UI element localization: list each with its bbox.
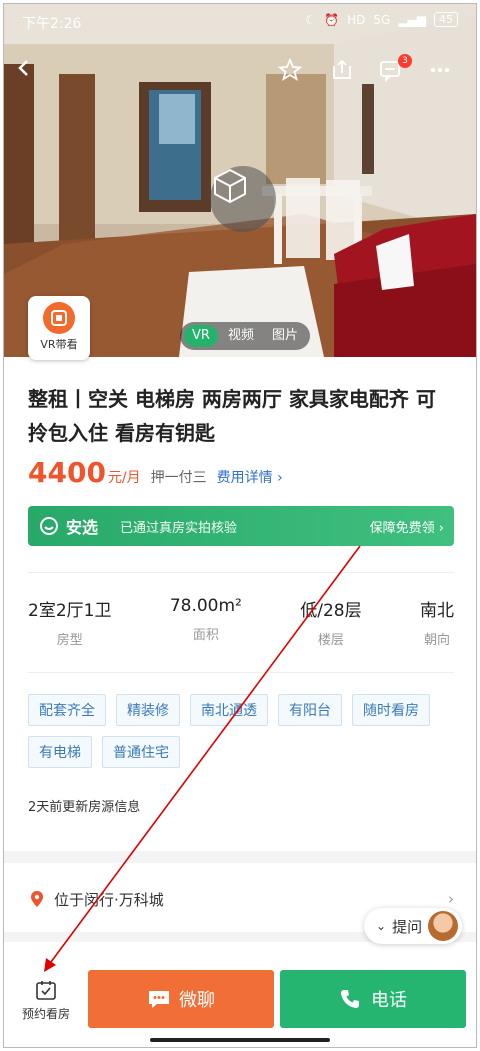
payment-terms: 押一付三 bbox=[150, 470, 207, 486]
price-row: 4400 元/月 押一付三 费用详情 › bbox=[28, 456, 283, 489]
battery-icon: 45 bbox=[434, 12, 458, 27]
specs-row: 2室2厅1卫 房型 78.00m² 面积 低/28层 楼层 南北 朝向 bbox=[28, 596, 454, 648]
price-unit: 元/月 bbox=[107, 470, 141, 486]
location-row[interactable]: 位于闵行·万科城 › bbox=[28, 888, 454, 910]
secure-brand: 安选 bbox=[66, 518, 99, 537]
location-pin-icon bbox=[31, 891, 43, 907]
spec-label: 面积 bbox=[192, 628, 219, 643]
feature-tag: 普通住宅 bbox=[102, 736, 180, 768]
tab-photos[interactable]: 图片 bbox=[264, 325, 306, 347]
star-icon bbox=[278, 58, 302, 81]
vr-guide-button[interactable]: VR带看 bbox=[28, 296, 90, 360]
spec-value: 78.00m² bbox=[169, 596, 242, 616]
section-gap bbox=[4, 851, 476, 863]
agent-avatar bbox=[428, 911, 459, 941]
more-dots-icon bbox=[430, 67, 450, 73]
chat-bubble-icon bbox=[149, 991, 169, 1008]
vr-guide-label: VR带看 bbox=[40, 338, 78, 351]
spec-label: 房型 bbox=[56, 633, 83, 648]
location-text: 位于闵行·万科城 bbox=[54, 890, 164, 909]
feature-tag: 南北通透 bbox=[190, 694, 268, 726]
tab-video[interactable]: 视频 bbox=[220, 325, 262, 347]
more-button[interactable] bbox=[428, 58, 458, 88]
secure-verified-text: 已通过真房实拍核验 bbox=[120, 520, 238, 536]
chat-label: 微聊 bbox=[179, 990, 215, 1011]
call-button[interactable]: 电话 bbox=[280, 970, 466, 1028]
feature-tag: 配套齐全 bbox=[28, 694, 106, 726]
spec-orientation: 南北 朝向 bbox=[420, 596, 454, 648]
alarm-icon: ⏰ bbox=[324, 12, 340, 27]
spec-area: 78.00m² 面积 bbox=[170, 596, 242, 648]
chevron-right-icon: › bbox=[448, 890, 454, 908]
favorite-button[interactable] bbox=[278, 58, 308, 88]
spec-layout: 2室2厅1卫 房型 bbox=[28, 596, 111, 648]
back-button[interactable] bbox=[14, 58, 44, 88]
divider bbox=[28, 672, 454, 673]
app-screen: 3 VR 视频 图片 下午2:26 ☾ ⏰ HD 5G ▂▄▆ 45 VR带看 … bbox=[3, 3, 477, 1048]
dnd-icon: ☾ bbox=[305, 12, 317, 27]
feature-tags: 配套齐全 精装修 南北通透 有阳台 随时看房 有电梯 普通住宅 bbox=[28, 694, 454, 768]
guarantee-link[interactable]: 保障免费领 › bbox=[370, 517, 444, 536]
divider bbox=[28, 572, 454, 573]
hd-label: HD bbox=[347, 12, 366, 27]
updated-text: 2天前更新房源信息 bbox=[28, 800, 141, 815]
status-time: 下午2:26 bbox=[22, 16, 82, 32]
vr-tour-button[interactable] bbox=[210, 166, 276, 232]
spec-label: 朝向 bbox=[423, 633, 450, 648]
back-arrow-icon bbox=[18, 60, 28, 76]
price-value: 4400 bbox=[28, 456, 106, 489]
book-viewing-label: 预约看房 bbox=[21, 1007, 70, 1021]
bottom-action-bar: 预约看房 微聊 电话 bbox=[4, 962, 476, 1047]
spec-value: 低/28层 bbox=[300, 601, 362, 621]
fee-details-link[interactable]: 费用详情 › bbox=[217, 467, 283, 487]
secure-smile-icon bbox=[40, 517, 58, 535]
spec-value: 南北 bbox=[419, 601, 454, 621]
call-label: 电话 bbox=[371, 990, 407, 1011]
ask-label: 提问 bbox=[392, 917, 423, 936]
book-viewing-button[interactable]: 预约看房 bbox=[16, 978, 76, 1022]
media-tabs: VR 视频 图片 bbox=[180, 322, 310, 350]
chat-button[interactable]: 微聊 bbox=[88, 970, 274, 1028]
listing-title: 整租丨空关 电梯房 两房两厅 家具家电配齐 可拎包入住 看房有钥匙 bbox=[28, 387, 436, 445]
secure-banner[interactable]: 安选 已通过真房实拍核验 保障免费领 › bbox=[28, 506, 454, 546]
chevron-down-icon: ⌄ bbox=[376, 919, 387, 933]
feature-tag: 有阳台 bbox=[278, 694, 342, 726]
calendar-check-icon bbox=[36, 981, 56, 1000]
message-count-badge: 3 bbox=[398, 54, 412, 68]
ask-question-button[interactable]: ⌄ 提问 bbox=[364, 908, 463, 944]
tab-vr[interactable]: VR bbox=[184, 325, 218, 347]
vr-cube-icon bbox=[214, 168, 246, 204]
feature-tag: 有电梯 bbox=[28, 736, 92, 768]
share-button[interactable] bbox=[330, 58, 360, 88]
signal-icon: ▂▄▆ bbox=[398, 12, 426, 27]
messages-button[interactable]: 3 bbox=[378, 54, 412, 88]
phone-icon bbox=[341, 990, 359, 1008]
spec-label: 楼层 bbox=[317, 633, 344, 648]
spec-value: 2室2厅1卫 bbox=[28, 601, 112, 621]
status-bar: 下午2:26 ☾ ⏰ HD 5G ▂▄▆ 45 bbox=[4, 4, 476, 38]
spec-floor: 低/28层 楼层 bbox=[300, 596, 361, 648]
feature-tag: 随时看房 bbox=[352, 694, 430, 726]
home-indicator bbox=[150, 1038, 330, 1042]
share-icon bbox=[333, 59, 351, 79]
feature-tag: 精装修 bbox=[116, 694, 180, 726]
vr-guide-icon bbox=[43, 302, 75, 334]
network-label: 5G bbox=[373, 12, 391, 27]
